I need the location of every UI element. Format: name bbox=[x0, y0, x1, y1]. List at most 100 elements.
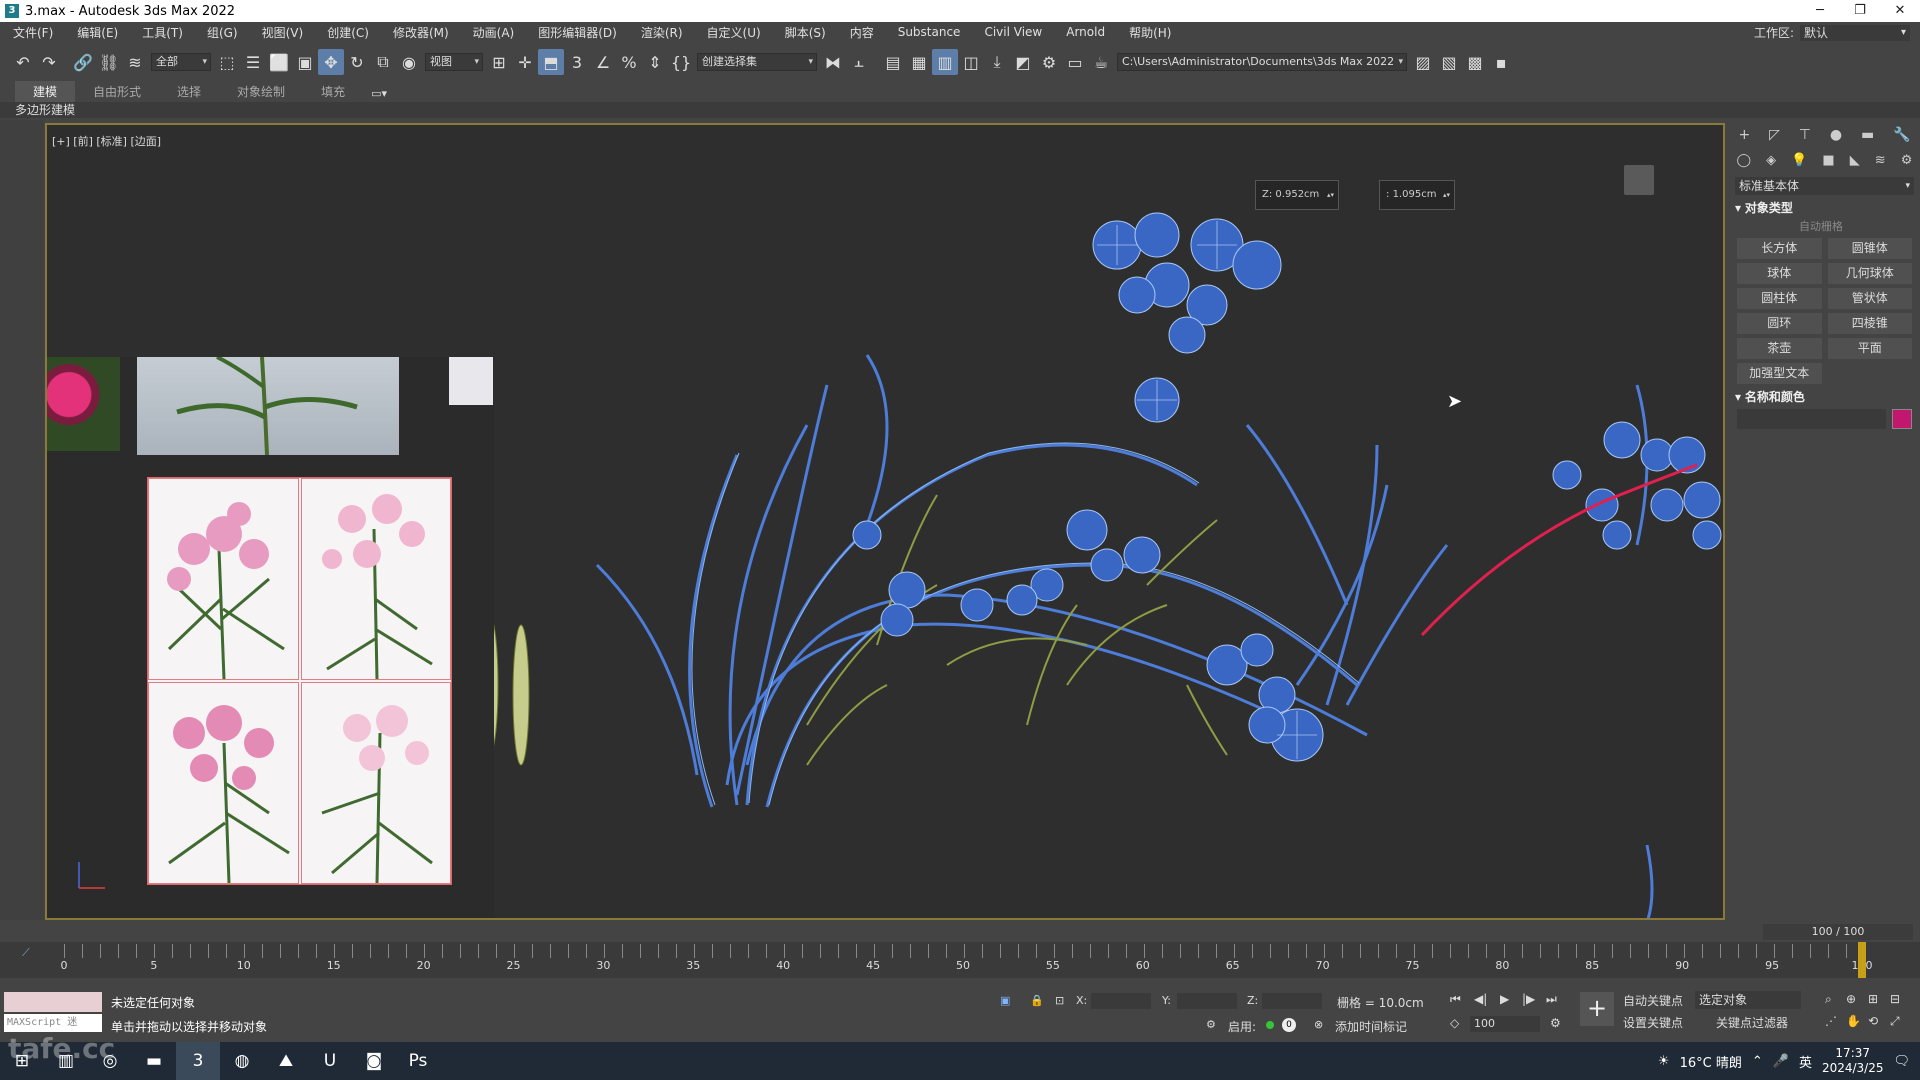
create-tab-icon[interactable]: + bbox=[1738, 127, 1750, 143]
ime-indicator[interactable]: 英 bbox=[1799, 1052, 1812, 1071]
redo-icon[interactable]: ↷ bbox=[36, 49, 62, 75]
time-config-icon[interactable]: ⚙ bbox=[1550, 1016, 1561, 1030]
front-viewport[interactable]: [+] [前] [标准] [边面] Z: 0.952cm : 1.095cm bbox=[45, 123, 1725, 920]
object-name-field[interactable] bbox=[1737, 409, 1886, 429]
weather-text[interactable]: 16°C 晴朗 bbox=[1680, 1052, 1742, 1071]
menu-create[interactable]: 创建(C) bbox=[314, 24, 380, 41]
zoom-extents-icon[interactable]: ⊞ bbox=[1868, 992, 1878, 1006]
menu-substance[interactable]: Substance bbox=[885, 25, 972, 39]
isolate-selection-icon[interactable]: ▣ bbox=[1000, 994, 1010, 1007]
lights-icon[interactable]: 💡 bbox=[1791, 153, 1807, 168]
tube-button[interactable]: 管状体 bbox=[1827, 288, 1912, 309]
minimize-button[interactable]: ─ bbox=[1800, 0, 1840, 22]
geometry-type-dropdown[interactable]: 标准基本体 bbox=[1735, 177, 1914, 195]
spinner-snap-icon[interactable]: ⇕ bbox=[642, 49, 668, 75]
geometry-icon[interactable]: ◯ bbox=[1737, 153, 1752, 168]
unlink-icon[interactable]: ⛓ bbox=[96, 49, 122, 75]
percent-snap-icon[interactable]: % bbox=[616, 49, 642, 75]
enable-indicator-icon[interactable] bbox=[1266, 1021, 1274, 1029]
key-filters-button[interactable]: 关键点过滤器 bbox=[1716, 1014, 1788, 1031]
teapot-button[interactable]: 茶壶 bbox=[1737, 338, 1822, 359]
close-button[interactable]: ✕ bbox=[1880, 0, 1920, 22]
render-setup-icon[interactable]: ⚙ bbox=[1036, 49, 1062, 75]
menu-animation[interactable]: 动画(A) bbox=[460, 24, 526, 41]
add-time-tag-button[interactable]: 添加时间标记 bbox=[1335, 1018, 1407, 1035]
time-tag-icon[interactable]: ⊗ bbox=[1314, 1018, 1323, 1031]
viewport-layouts-icon[interactable]: ▧ bbox=[1436, 49, 1462, 75]
motion-tab-icon[interactable]: ● bbox=[1830, 127, 1842, 143]
schematic-view-icon[interactable]: ⤓ bbox=[984, 49, 1010, 75]
toggle-ribbon-icon[interactable]: ▥ bbox=[932, 49, 958, 75]
cone-button[interactable]: 圆锥体 bbox=[1827, 238, 1912, 259]
material-editor-icon[interactable]: ◩ bbox=[1010, 49, 1036, 75]
magnet-app-icon[interactable]: U bbox=[308, 1042, 352, 1080]
y-coord-field[interactable] bbox=[1177, 993, 1237, 1009]
object-color-swatch[interactable] bbox=[1892, 409, 1912, 429]
cylinder-button[interactable]: 圆柱体 bbox=[1737, 288, 1822, 309]
play-icon[interactable]: ▶ bbox=[1500, 992, 1509, 1006]
menu-group[interactable]: 组(G) bbox=[194, 24, 249, 41]
align-icon[interactable]: ⫠ bbox=[846, 49, 872, 75]
reference-thumbnail-pink-flower[interactable] bbox=[47, 357, 120, 451]
go-to-start-icon[interactable]: ⏮ bbox=[1450, 992, 1461, 1007]
reference-image-panel[interactable] bbox=[47, 357, 494, 918]
maximize-viewport-icon[interactable]: ⤢ bbox=[1890, 1014, 1900, 1029]
menu-rendering[interactable]: 渲染(R) bbox=[628, 24, 694, 41]
next-frame-icon[interactable]: |▶ bbox=[1522, 992, 1535, 1006]
sphere-button[interactable]: 球体 bbox=[1737, 263, 1822, 284]
ribbon-tab-object-paint[interactable]: 对象绘制 bbox=[219, 81, 303, 102]
maximize-button[interactable]: ❐ bbox=[1840, 0, 1880, 22]
hierarchy-tab-icon[interactable]: ⊤ bbox=[1799, 127, 1811, 143]
menu-customize[interactable]: 自定义(U) bbox=[694, 24, 772, 41]
link-icon[interactable]: 🔗 bbox=[70, 49, 96, 75]
undo-icon[interactable]: ↶ bbox=[10, 49, 36, 75]
scene-explorer-icon[interactable]: ▤ bbox=[880, 49, 906, 75]
zoom-all-icon[interactable]: ⊕ bbox=[1846, 992, 1856, 1006]
mini-curve-editor-icon[interactable]: ⟋ bbox=[22, 946, 30, 960]
textplus-button[interactable]: 加强型文本 bbox=[1737, 363, 1822, 384]
zoom-extents-all-icon[interactable]: ⊟ bbox=[1890, 992, 1900, 1006]
clock[interactable]: 17:37 2024/3/25 bbox=[1822, 1046, 1884, 1076]
polygon-modeling-label[interactable]: 多边形建模 bbox=[15, 102, 75, 118]
notifications-icon[interactable]: 🗨 bbox=[1893, 1054, 1910, 1069]
autogrid-checkbox[interactable]: 自动栅格 bbox=[1799, 218, 1914, 234]
file-explorer-icon[interactable]: ▬ bbox=[132, 1042, 176, 1080]
select-manipulate-icon[interactable]: ✛ bbox=[512, 49, 538, 75]
project-folder-dropdown[interactable]: C:\Users\Administrator\Documents\3ds Max… bbox=[1117, 53, 1407, 71]
edit-named-selection-icon[interactable]: {} bbox=[668, 49, 694, 75]
render-production-icon[interactable]: ☕ bbox=[1088, 49, 1114, 75]
time-playhead[interactable] bbox=[1858, 942, 1866, 978]
adaptive-degradation-icon[interactable]: ⚙ bbox=[1206, 1018, 1216, 1031]
menu-graph-editors[interactable]: 图形编辑器(D) bbox=[525, 24, 628, 41]
menu-tools[interactable]: 工具(T) bbox=[129, 24, 194, 41]
current-frame-field[interactable]: 100 bbox=[1470, 1016, 1540, 1032]
selection-filter-dropdown[interactable]: 全部 bbox=[151, 53, 211, 71]
ribbon-options-icon[interactable]: ▭▾ bbox=[363, 85, 395, 102]
3dsmax-taskbar-icon[interactable]: 3 bbox=[176, 1042, 220, 1080]
z-coord-field[interactable] bbox=[1262, 993, 1322, 1009]
pan-view-icon[interactable]: ✋ bbox=[1846, 1014, 1861, 1028]
bind-spacewarp-icon[interactable]: ≋ bbox=[122, 49, 148, 75]
select-and-rotate-icon[interactable]: ↻ bbox=[344, 49, 370, 75]
menu-edit[interactable]: 编辑(E) bbox=[64, 24, 129, 41]
cameras-icon[interactable]: ■ bbox=[1822, 153, 1834, 168]
shapes-icon[interactable]: ◈ bbox=[1766, 153, 1776, 168]
weather-icon[interactable]: ☀ bbox=[1658, 1054, 1670, 1069]
screen-recorder-icon[interactable]: ◙ bbox=[352, 1042, 396, 1080]
enable-toggle-icon[interactable]: 0 bbox=[1282, 1018, 1296, 1032]
ribbon-tab-selection[interactable]: 选择 bbox=[159, 81, 219, 102]
auto-key-button[interactable]: 自动关键点 bbox=[1623, 992, 1683, 1009]
rendered-frame-window-icon[interactable]: ▭ bbox=[1062, 49, 1088, 75]
menu-scripting[interactable]: 脚本(S) bbox=[772, 24, 837, 41]
select-and-scale-icon[interactable]: ⧉ bbox=[370, 49, 396, 75]
menu-modifiers[interactable]: 修改器(M) bbox=[380, 24, 460, 41]
set-key-button[interactable]: 设置关键点 bbox=[1623, 1014, 1683, 1031]
rect-selection-icon[interactable]: ⬜ bbox=[266, 49, 292, 75]
utilities-tab-icon[interactable]: 🔧 bbox=[1893, 127, 1910, 143]
keyboard-shortcut-override-icon[interactable]: ⬒ bbox=[538, 49, 564, 75]
snaps-toggle-icon[interactable]: 3 bbox=[564, 49, 590, 75]
x-coord-field[interactable] bbox=[1091, 993, 1151, 1009]
track-bar[interactable]: ⟋ 0 5 10 15 20 25 30 35 40 45 50 55 60 65 70 75 80 85 90 95… bbox=[0, 942, 1920, 978]
app-icon-5[interactable]: ⛰ bbox=[264, 1042, 308, 1080]
name-and-color-rollout[interactable]: 名称和颜色 bbox=[1735, 388, 1914, 405]
